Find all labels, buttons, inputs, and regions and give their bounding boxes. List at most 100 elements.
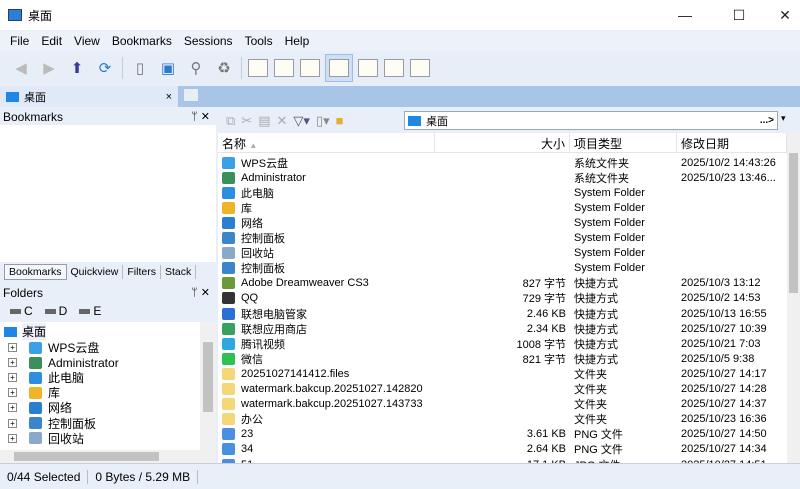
file-row[interactable]: 23 3.61 KB PNG 文件 2025/10/27 14:50 [218,427,787,442]
close-icon[interactable]: ✕ [201,111,210,123]
delete-icon[interactable]: ✕ [277,113,288,129]
search-icon[interactable]: ⚲ [185,57,207,79]
tree-root[interactable]: 桌面 [4,323,47,340]
forward-icon[interactable]: ▶ [38,57,60,79]
status-bar: 0/44 Selected 0 Bytes / 5.29 MB [0,463,800,489]
tree-node[interactable]: + 库 [8,385,60,400]
expand-icon[interactable]: + [8,418,17,428]
view-thumbnails-icon[interactable] [248,59,268,77]
file-row[interactable]: 库 System Folder [218,200,787,215]
drive-e[interactable]: E [79,304,101,318]
file-row[interactable]: watermark.bakcup.20251027.143733 文件夹 2025/… [218,397,787,412]
menu-sessions[interactable]: Sessions [178,34,239,48]
tab-close-button[interactable]: × [166,91,172,103]
tab-quickview[interactable]: Quickview [67,264,124,279]
address-bar[interactable]: 桌面 ...> [404,111,778,130]
go-button[interactable]: ...> [760,115,774,126]
file-row[interactable]: 此电脑 System Folder [218,185,787,200]
tree-node[interactable]: + Administrator [8,355,119,370]
tab-bookmarks[interactable]: Bookmarks [4,263,67,280]
menu-bookmarks[interactable]: Bookmarks [106,34,178,48]
column-name[interactable]: 名称 ▲ [218,133,435,152]
view-colors-icon[interactable] [384,59,404,77]
folder-icon[interactable]: ■ [336,113,344,128]
file-icon [222,186,235,199]
column-size[interactable]: 大小 [435,133,570,152]
view-details-icon[interactable] [325,54,353,82]
file-row[interactable]: 20251027141412.files 文件夹 2025/10/27 14:17 [218,366,787,381]
folders-title: Folders [3,285,44,300]
column-type[interactable]: 项目类型 [570,133,677,152]
expand-icon[interactable]: + [8,433,17,443]
bookmarks-list[interactable] [0,125,216,262]
file-row[interactable]: 控制面板 System Folder [218,231,787,246]
tree-node[interactable]: + 此电脑 [8,370,84,385]
file-name: 办公 [241,414,263,427]
tab-desktop[interactable]: 桌面 × [0,86,178,107]
file-list-scrollbar[interactable] [787,133,800,463]
tree-node[interactable]: + WPS云盘 [8,340,99,355]
tree-node[interactable]: + 回收站 [8,431,84,446]
tree-node[interactable]: + 控制面板 [8,416,96,431]
file-row[interactable]: QQ 729 字节 快捷方式 2025/10/2 14:53 [218,291,787,306]
expand-icon[interactable]: + [8,358,17,368]
bookmarks-title: Bookmarks [3,109,64,124]
view-tiles-icon[interactable] [274,59,294,77]
menu-help[interactable]: Help [279,34,316,48]
cut-icon[interactable]: ✂ [241,113,252,129]
refresh-icon[interactable]: ⟳ [94,57,116,79]
paste-icon[interactable]: ▤ [258,113,270,129]
address-dropdown[interactable]: ▾ [781,113,786,124]
recycle-bin-icon[interactable]: ♻ [213,57,235,79]
expand-icon[interactable]: + [8,373,17,383]
file-row[interactable]: 联想电脑管家 2.46 KB 快捷方式 2025/10/13 16:55 [218,306,787,321]
file-date: 2025/10/27 14:37 [681,398,767,411]
new-file-icon[interactable]: ▯ [129,57,151,79]
tab-filters[interactable]: Filters [123,264,161,279]
file-row[interactable]: 回收站 System Folder [218,246,787,261]
file-row[interactable]: 办公 文件夹 2025/10/23 16:36 [218,412,787,427]
view-tree-icon[interactable] [358,59,378,77]
up-folder-icon[interactable]: ⬆ [66,57,88,79]
expand-icon[interactable]: + [8,388,17,398]
view-small-icon[interactable] [410,59,430,77]
view-list-icon[interactable] [300,59,320,77]
new-item-icon[interactable]: ▯▾ [316,113,330,129]
menu-tools[interactable]: Tools [239,34,279,48]
left-pane-tabs: Bookmarks Quickview Filters Stack [0,262,216,281]
tree-vertical-scrollbar[interactable] [200,322,216,450]
file-row[interactable]: 网络 System Folder [218,215,787,230]
file-row[interactable]: 微信 821 字节 快捷方式 2025/10/5 9:38 [218,351,787,366]
file-row[interactable]: WPS云盘 系统文件夹 2025/10/2 14:43:26 [218,155,787,170]
close-button[interactable]: ✕ [762,0,800,30]
expand-icon[interactable]: + [8,343,17,352]
file-row[interactable]: 联想应用商店 2.34 KB 快捷方式 2025/10/27 10:39 [218,321,787,336]
tree-horizontal-scrollbar[interactable] [0,450,216,463]
tab-stack[interactable]: Stack [161,264,197,279]
image-view-icon[interactable]: ▣ [157,57,179,79]
file-name: 联想电脑管家 [241,308,307,321]
copy-icon[interactable]: ⧉ [226,113,235,129]
file-row[interactable]: watermark.bakcup.20251027.142820 文件夹 2025/… [218,382,787,397]
column-date[interactable]: 修改日期 [677,133,787,152]
menu-edit[interactable]: Edit [35,34,68,48]
file-row[interactable]: 腾讯视频 1008 字节 快捷方式 2025/10/21 7:03 [218,336,787,351]
drive-d[interactable]: D [44,304,67,318]
new-tab-icon[interactable] [184,89,198,101]
minimize-button[interactable]: — [662,0,708,30]
menu-file[interactable]: File [4,34,35,48]
expand-icon[interactable]: + [8,403,17,413]
back-icon[interactable]: ◀ [10,57,32,79]
file-row[interactable]: Administrator 系统文件夹 2025/10/23 13:46... [218,170,787,185]
filter-icon[interactable]: ▽▾ [293,113,310,129]
maximize-button[interactable]: ☐ [716,0,762,30]
close-icon[interactable]: ✕ [201,287,210,299]
tree-node[interactable]: + 网络 [8,400,72,415]
pin-icon[interactable]: ᛘ [191,287,198,299]
file-row[interactable]: Adobe Dreamweaver CS3 827 字节 快捷方式 2025/10/3… [218,276,787,291]
drive-c[interactable]: C [10,304,33,318]
file-row[interactable]: 34 2.64 KB PNG 文件 2025/10/27 14:34 [218,442,787,457]
file-row[interactable]: 控制面板 System Folder [218,261,787,276]
menu-view[interactable]: View [68,34,106,48]
pin-icon[interactable]: ᛘ [191,111,198,123]
